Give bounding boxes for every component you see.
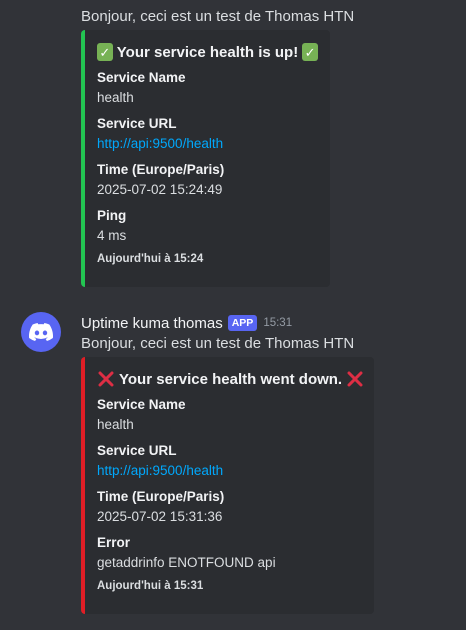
embed-field: Time (Europe/Paris) 2025-07-02 15:24:49 <box>97 162 225 197</box>
embed-field: Ping 4 ms <box>97 208 127 243</box>
embed-field: Error getaddrinfo ENOTFOUND api <box>97 535 276 570</box>
embed-title: Your service health went down. <box>97 367 364 391</box>
message-timestamp: 15:31 <box>263 317 293 329</box>
embed-title: ✓ Your service health is up! ✓ <box>97 40 318 64</box>
username[interactable]: Uptime kuma thomas <box>81 315 223 332</box>
service-url-link[interactable]: http://api:9500/health <box>97 460 362 482</box>
embed-service-up: ✓ Your service health is up! ✓ Service N… <box>81 30 330 287</box>
discord-logo-avatar[interactable] <box>21 312 61 352</box>
app-badge: APP <box>227 315 258 331</box>
message-content: Bonjour, ceci est un test de Thomas HTN <box>81 8 355 25</box>
cross-mark-icon <box>346 370 364 388</box>
check-mark-icon: ✓ <box>302 43 318 61</box>
service-url-link[interactable]: http://api:9500/health <box>97 133 318 155</box>
embed-field: Time (Europe/Paris) 2025-07-02 15:31:36 <box>97 489 225 524</box>
embed-field: Service URL http://api:9500/health <box>97 442 362 482</box>
embed-footer-timestamp: Aujourd'hui à 15:31 <box>97 580 204 592</box>
message-header: Uptime kuma thomas APP 15:31 <box>81 313 292 333</box>
embed-service-down: Your service health went down. Service N… <box>81 357 374 614</box>
embed-field: Service Name health <box>97 397 186 432</box>
discord-logo-icon <box>29 323 53 341</box>
cross-mark-icon <box>97 370 115 388</box>
embed-field: Service URL http://api:9500/health <box>97 115 318 155</box>
embed-field: Service Name health <box>97 70 186 105</box>
check-mark-icon: ✓ <box>97 43 113 61</box>
embed-footer-timestamp: Aujourd'hui à 15:24 <box>97 253 204 265</box>
message-content: Bonjour, ceci est un test de Thomas HTN <box>81 335 355 352</box>
